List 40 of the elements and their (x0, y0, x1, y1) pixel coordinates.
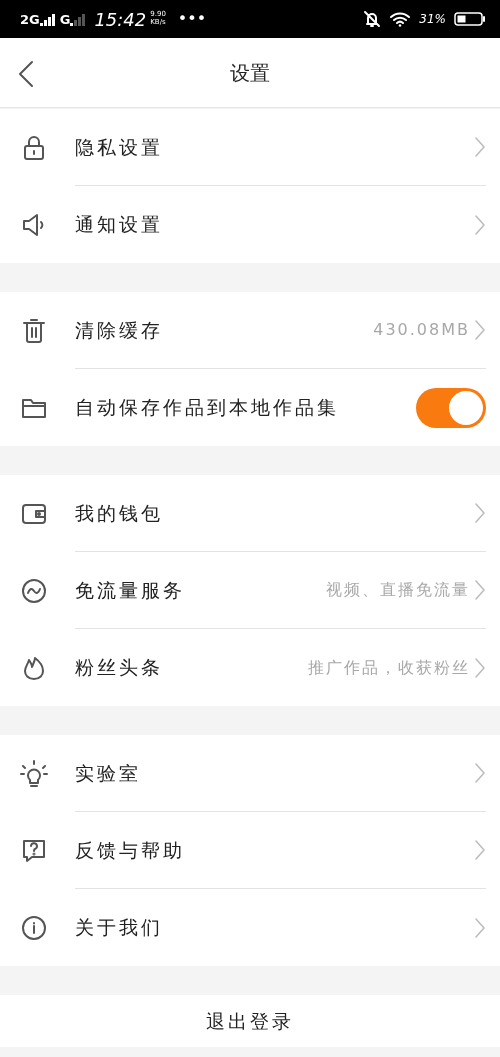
toggle-switch[interactable] (416, 387, 486, 428)
setting-label[interactable]: 关于我们 (75, 913, 474, 942)
back-icon[interactable] (16, 60, 36, 88)
setting-value: 430.08MB (373, 319, 470, 341)
battery-icon (454, 11, 486, 27)
setting-label[interactable]: 通知设置 (75, 210, 474, 239)
setting-label[interactable]: 免流量服务 (75, 575, 326, 605)
wifi-icon (389, 11, 412, 27)
setting-label[interactable]: 隐私设置 (75, 132, 474, 162)
chevron-icon (474, 213, 486, 236)
chevron-icon (474, 762, 486, 784)
chevron-icon (474, 319, 486, 341)
more-indicator: ••• (177, 8, 207, 30)
wave-circle-icon (20, 576, 48, 605)
info-icon (20, 913, 48, 942)
chevron-icon (474, 502, 486, 524)
network-type: 2G (20, 13, 40, 26)
chevron-icon (474, 656, 486, 679)
chevron-icon (474, 916, 486, 939)
trash-icon (20, 316, 48, 345)
setting-label[interactable]: 自动保存作品到本地作品集 (75, 393, 416, 422)
setting-value: 视频、直播免流量 (326, 579, 470, 601)
clock: 15:42 (94, 7, 147, 32)
setting-label[interactable]: 清除缓存 (75, 315, 374, 345)
battery-percent: 31% (419, 11, 446, 28)
logout-button[interactable]: 退出登录 (0, 995, 500, 1047)
chevron-icon (474, 136, 486, 158)
signal-icon (39, 12, 56, 26)
setting-label[interactable]: 实验室 (75, 758, 474, 788)
muted-bell-icon (363, 10, 382, 28)
page-title: 设置 (230, 59, 270, 87)
chevron-icon (474, 839, 486, 861)
setting-value: 推广作品，收获粉丝 (308, 656, 470, 679)
signal-icon (70, 12, 87, 26)
setting-label[interactable]: 反馈与帮助 (75, 835, 474, 865)
network-type: G (59, 13, 71, 26)
setting-label[interactable]: 我的钱包 (75, 498, 474, 528)
chevron-icon (474, 579, 486, 601)
bulb-icon (20, 759, 48, 788)
setting-label[interactable]: 粉丝头条 (75, 653, 308, 682)
